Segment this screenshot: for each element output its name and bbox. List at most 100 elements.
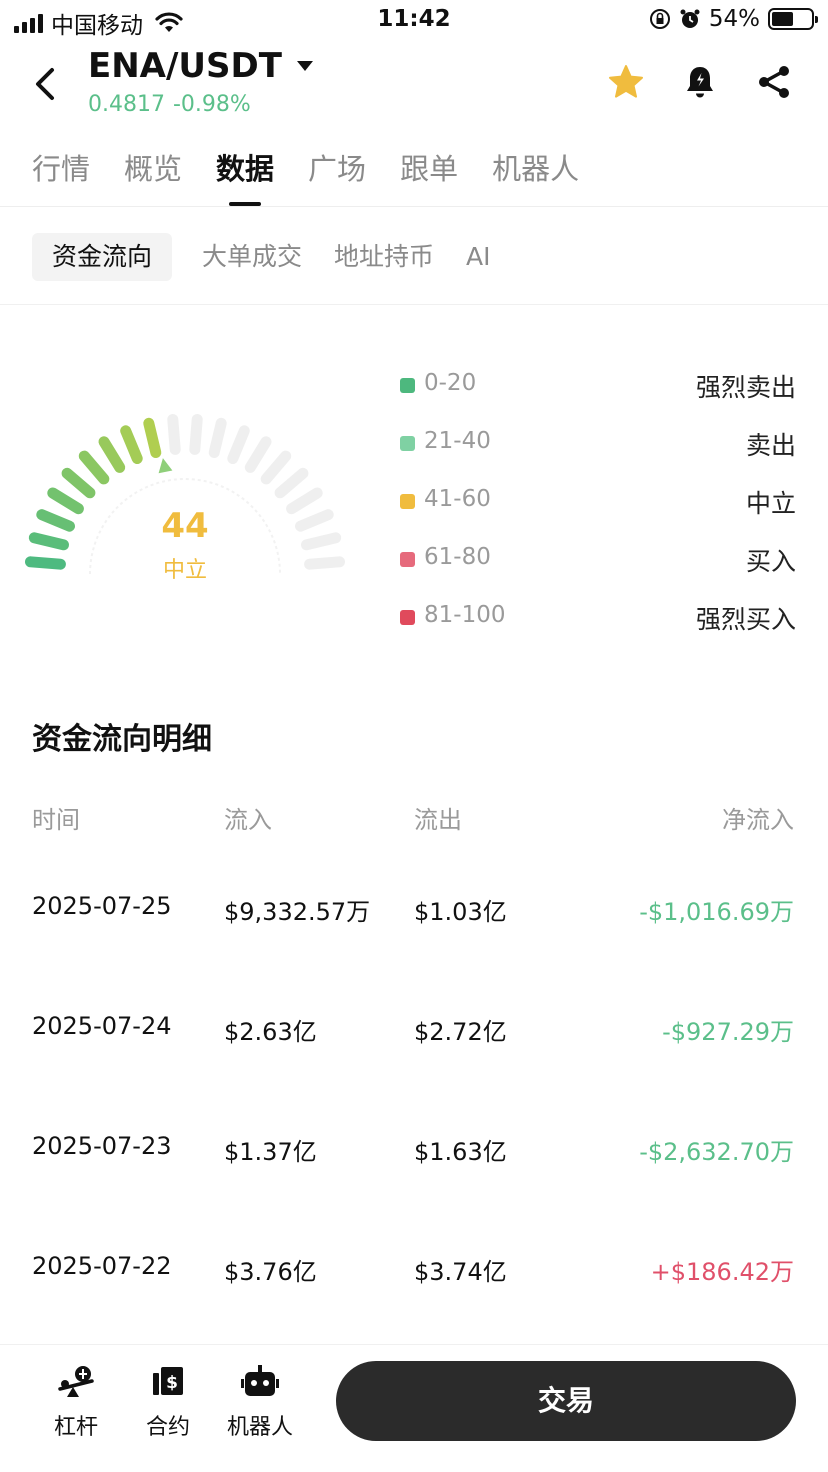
pair-selector[interactable]: ENA/USDT xyxy=(88,46,314,86)
inflow-cell: $2.63亿 xyxy=(224,1018,317,1046)
outflow-cell: $1.63亿 xyxy=(414,1138,507,1166)
legend-label: 强烈卖出 xyxy=(695,373,796,402)
share-icon[interactable] xyxy=(756,64,792,100)
sub-tab-0[interactable]: 资金流向 xyxy=(32,233,173,281)
gauge-segment xyxy=(98,436,126,473)
legend-swatch xyxy=(400,436,415,451)
contract-icon: $ xyxy=(153,1367,183,1395)
table-row[interactable]: 2025-07-22 $3.76亿 $3.74亿 +$186.42万 xyxy=(0,1252,828,1292)
legend-swatch xyxy=(400,494,415,509)
gauge-segment xyxy=(28,532,69,551)
column-header-time: 时间 xyxy=(32,806,80,834)
gauge-segment xyxy=(25,556,66,570)
bottom-bar: 杠杆 $ 合约 机器人 交易 xyxy=(0,1344,828,1472)
inflow-cell: $9,332.57万 xyxy=(224,898,371,926)
flow-detail-title: 资金流向明细 xyxy=(32,722,212,757)
legend-label: 中立 xyxy=(745,489,796,518)
gauge-segment xyxy=(304,556,345,570)
gauge-segment xyxy=(36,509,75,532)
contract-button[interactable]: $ 合约 xyxy=(128,1363,208,1441)
legend-swatch xyxy=(400,378,415,393)
inflow-cell: $1.37亿 xyxy=(224,1138,317,1166)
bell-alert-icon[interactable] xyxy=(682,64,718,100)
table-row[interactable]: 2025-07-23 $1.37亿 $1.63亿 -$2,632.70万 xyxy=(0,1132,828,1172)
svg-text:$: $ xyxy=(166,1373,178,1393)
column-header-net: 净流入 xyxy=(722,806,794,834)
back-arrow-icon[interactable] xyxy=(28,64,64,104)
gauge-value: 44 xyxy=(161,506,209,546)
column-header-outflow: 流出 xyxy=(414,806,462,834)
tab-2[interactable]: 数据 xyxy=(216,146,274,206)
outflow-cell: $1.03亿 xyxy=(414,898,507,926)
alarm-icon xyxy=(680,9,700,28)
gauge-segment xyxy=(143,417,162,458)
sub-tab-1[interactable]: 大单成交 xyxy=(200,233,304,281)
gauge-segment xyxy=(301,532,342,551)
star-icon[interactable] xyxy=(608,64,644,100)
dropdown-caret-icon xyxy=(296,61,313,71)
legend-label: 买入 xyxy=(745,547,796,576)
divider xyxy=(0,206,828,207)
status-bar: 中国移动 11:42 54% xyxy=(0,0,828,42)
legend-item: 41-60 中立 xyxy=(400,482,796,540)
legend-item: 0-20 强烈卖出 xyxy=(400,366,796,424)
legend-item: 61-80 买入 xyxy=(400,540,796,598)
table-row[interactable]: 2025-07-25 $9,332.57万 $1.03亿 -$1,016.69万 xyxy=(0,892,828,932)
tab-0[interactable]: 行情 xyxy=(32,146,90,206)
tab-1[interactable]: 概览 xyxy=(124,146,182,206)
legend-range: 61-80 xyxy=(424,544,491,570)
main-tabs: 行情 概览 数据 广场 跟单 机器人 xyxy=(32,146,579,206)
inflow-cell: $3.76亿 xyxy=(224,1258,317,1286)
gauge-segment xyxy=(244,436,272,473)
legend-item: 81-100 强烈买入 xyxy=(400,598,796,656)
date-cell: 2025-07-24 xyxy=(32,1012,172,1040)
sub-tabs: 资金流向 大单成交 地址持币 AI xyxy=(32,233,493,281)
gauge-label: 中立 xyxy=(162,558,207,583)
gauge-segment xyxy=(208,417,227,458)
gauge-segment xyxy=(295,509,334,532)
legend-swatch xyxy=(400,610,415,625)
net-flow-cell: -$2,632.70万 xyxy=(639,1138,794,1166)
rotation-lock-icon xyxy=(649,9,670,29)
tab-5[interactable]: 机器人 xyxy=(492,146,579,206)
legend-range: 21-40 xyxy=(424,428,491,454)
legend-label: 强烈买入 xyxy=(695,605,796,634)
legend-range: 41-60 xyxy=(424,486,491,512)
net-flow-cell: -$1,016.69万 xyxy=(639,898,794,926)
sub-tab-3[interactable]: AI xyxy=(464,233,492,281)
gauge-segment xyxy=(78,450,110,485)
tab-3[interactable]: 广场 xyxy=(308,146,366,206)
date-cell: 2025-07-23 xyxy=(32,1132,172,1160)
legend-swatch xyxy=(400,552,415,567)
table-row[interactable]: 2025-07-24 $2.63亿 $2.72亿 -$927.29万 xyxy=(0,1012,828,1052)
date-cell: 2025-07-25 xyxy=(32,892,172,920)
gauge-segment xyxy=(260,450,292,485)
robot-icon xyxy=(241,1365,279,1396)
trade-button[interactable]: 交易 xyxy=(336,1361,796,1441)
gauge-segment xyxy=(227,425,250,464)
battery-percent: 54% xyxy=(708,6,760,32)
column-header-inflow: 流入 xyxy=(224,806,272,834)
legend-item: 21-40 卖出 xyxy=(400,424,796,482)
net-flow-cell: +$186.42万 xyxy=(650,1258,794,1286)
net-flow-cell: -$927.29万 xyxy=(662,1018,794,1046)
leverage-label: 杠杆 xyxy=(53,1415,98,1440)
outflow-cell: $2.72亿 xyxy=(414,1018,507,1046)
contract-label: 合约 xyxy=(145,1415,190,1440)
sub-tab-2[interactable]: 地址持币 xyxy=(332,233,436,281)
leverage-button[interactable]: 杠杆 xyxy=(36,1363,116,1441)
table-header: 时间 流入 流出 净流入 xyxy=(0,800,828,840)
date-cell: 2025-07-22 xyxy=(32,1252,172,1280)
outflow-cell: $3.74亿 xyxy=(414,1258,507,1286)
sentiment-gauge: 44 中立 xyxy=(0,306,380,626)
legend-label: 卖出 xyxy=(745,431,796,460)
gauge-segment xyxy=(167,414,181,455)
gauge-segment xyxy=(274,467,309,499)
pair-price: 0.4817 xyxy=(88,92,165,117)
legend-range: 0-20 xyxy=(424,370,477,396)
gauge-segment xyxy=(47,487,84,515)
pair-header: ENA/USDT 0.4817 -0.98% xyxy=(0,42,828,132)
robot-button[interactable]: 机器人 xyxy=(220,1363,300,1441)
gauge-segment xyxy=(189,414,203,455)
tab-4[interactable]: 跟单 xyxy=(400,146,458,206)
